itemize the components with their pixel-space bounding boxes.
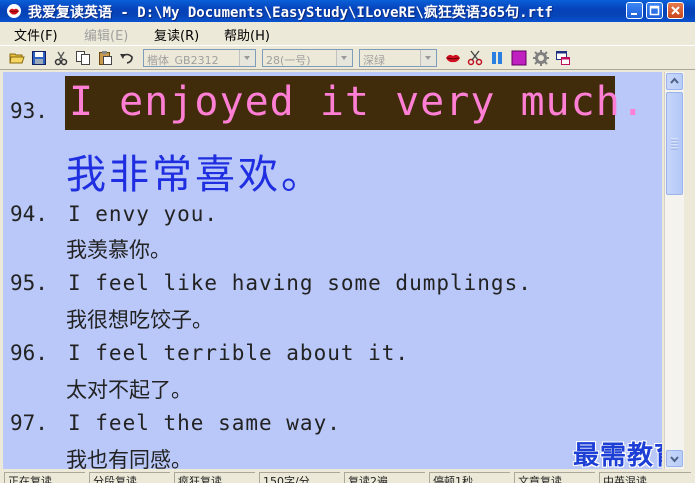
minimize-button[interactable] (626, 2, 643, 19)
scissors-icon[interactable] (467, 50, 483, 66)
scroll-thumb[interactable] (666, 92, 683, 195)
save-icon[interactable] (31, 50, 47, 66)
sentence-english: I feel terrible about it. (68, 341, 410, 365)
sentence-number: 94. (10, 202, 48, 226)
arrow-up-icon (670, 77, 679, 84)
scroll-up-button[interactable] (666, 73, 683, 90)
menu-repeat[interactable]: 复读(R) (154, 25, 199, 44)
chevron-down-icon (336, 50, 352, 66)
sentence-english: I envy you. (68, 202, 219, 226)
current-sentence-english: I enjoyed it very much. (69, 79, 646, 125)
copy-icon[interactable] (75, 50, 91, 66)
arrow-down-icon (670, 456, 679, 463)
chevron-down-icon (420, 50, 436, 66)
sentence-english: I feel the same way. (68, 411, 341, 435)
status-mixed: 中英混读 (599, 472, 691, 483)
menu-edit[interactable]: 编辑(E) (84, 25, 128, 44)
gear-icon[interactable] (533, 50, 549, 66)
grip-icon (671, 138, 678, 150)
sentence-english: I feel like having some dumplings. (68, 271, 532, 295)
close-button[interactable] (667, 2, 684, 19)
vertical-scrollbar[interactable] (664, 72, 684, 469)
open-file-icon[interactable] (9, 50, 25, 66)
status-article: 文章复读 (514, 472, 595, 483)
menu-file[interactable]: 文件(F) (14, 25, 58, 44)
sentence-chinese: 我也有同感。 (66, 448, 192, 469)
color-square-icon[interactable] (511, 50, 527, 66)
window-icon[interactable] (555, 50, 571, 66)
status-crazy: 疯狂复读 (174, 472, 255, 483)
pause-icon[interactable] (489, 50, 505, 66)
menu-help[interactable]: 帮助(H) (224, 25, 270, 44)
sentence-chinese: 我羡慕你。 (66, 238, 171, 262)
font-name-value: 楷体_GB2312 (147, 54, 219, 67)
toolbar: 楷体_GB2312 28(一号) 深绿 (0, 45, 695, 70)
cut-icon[interactable] (53, 50, 69, 66)
status-segment: 分段复读 (89, 472, 170, 483)
title-bar[interactable]: 我爱复读英语 - D:\My Documents\EasyStudy\ILove… (0, 0, 695, 22)
status-bar: 正在复读 分段复读 疯狂复读 150字/分 复读2遍 停顿1秒 文章复读 中英混… (0, 470, 695, 483)
font-size-value: 28(一号) (266, 54, 311, 67)
app-window: 我爱复读英语 - D:\My Documents\EasyStudy\ILove… (0, 0, 695, 483)
document-area[interactable]: 93. I enjoyed it very much. 我非常喜欢。 94. I… (3, 72, 662, 469)
close-icon (671, 6, 680, 15)
sentence-number: 95. (10, 271, 48, 295)
menu-bar: 文件(F) 编辑(E) 复读(R) 帮助(H) (0, 22, 695, 44)
paste-icon[interactable] (97, 50, 113, 66)
status-speed: 150字/分 (259, 472, 340, 483)
status-repeat-count: 复读2遍 (344, 472, 425, 483)
maximize-button[interactable] (646, 2, 663, 19)
font-color-select[interactable]: 深绿 (359, 49, 437, 67)
chevron-down-icon (239, 50, 255, 66)
lips-icon[interactable] (445, 50, 461, 66)
status-pause: 停顿1秒 (429, 472, 510, 483)
font-color-value: 深绿 (363, 54, 385, 67)
watermark-logo: 最需教育 (573, 441, 662, 469)
sentence-chinese: 我很想吃饺子。 (66, 308, 213, 332)
font-size-select[interactable]: 28(一号) (262, 49, 353, 67)
font-name-select[interactable]: 楷体_GB2312 (143, 49, 256, 67)
maximize-icon (649, 5, 660, 16)
undo-icon[interactable] (119, 50, 135, 66)
window-title: 我爱复读英语 - D:\My Documents\EasyStudy\ILove… (28, 5, 553, 21)
sentence-number: 93. (10, 99, 48, 123)
scroll-down-button[interactable] (666, 450, 683, 467)
sentence-number: 96. (10, 341, 48, 365)
minimize-icon (631, 13, 637, 15)
status-mode: 正在复读 (4, 472, 85, 483)
lips-app-icon (7, 4, 21, 18)
current-sentence-chinese: 我非常喜欢。 (66, 152, 324, 198)
sentence-number: 97. (10, 411, 48, 435)
sentence-chinese: 太对不起了。 (66, 378, 192, 402)
